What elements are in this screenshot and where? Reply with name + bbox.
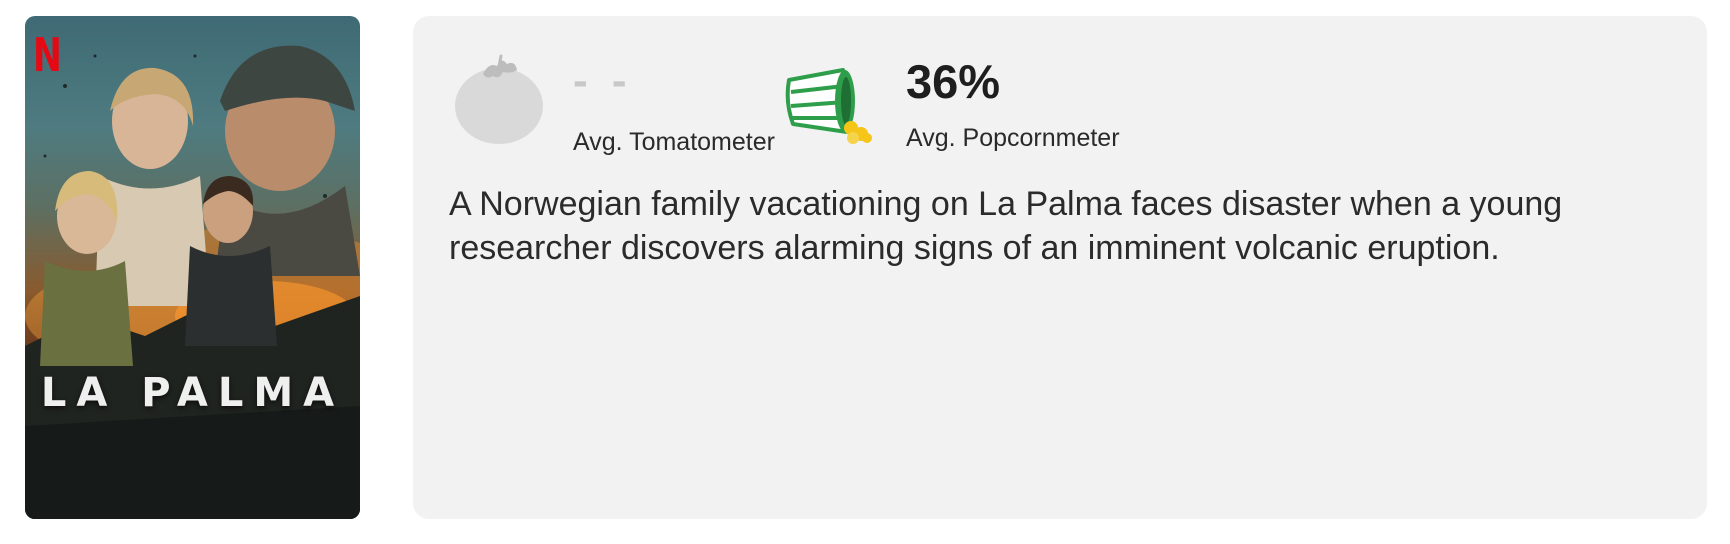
tomato-icon xyxy=(453,52,545,146)
popcornmeter-score: 36% xyxy=(906,55,1001,108)
netflix-logo: N xyxy=(33,28,62,82)
poster-title: LA PALMA xyxy=(40,370,345,416)
poster-artwork xyxy=(25,45,360,519)
tomatometer-label: Avg. Tomatometer xyxy=(573,128,775,156)
movie-poster[interactable]: N LA PALMA xyxy=(25,16,360,519)
movie-result: N LA PALMA - - Avg. Tomatometer 36% Avg.… xyxy=(0,0,1730,544)
tomatometer-score: - - xyxy=(573,56,633,105)
popcorn-bucket-icon xyxy=(783,66,875,146)
movie-description: A Norwegian family vacationing on La Pal… xyxy=(449,185,1563,267)
movie-info-card: - - Avg. Tomatometer 36% Avg. Popcornmet… xyxy=(413,16,1707,519)
popcornmeter-label: Avg. Popcornmeter xyxy=(906,124,1120,152)
